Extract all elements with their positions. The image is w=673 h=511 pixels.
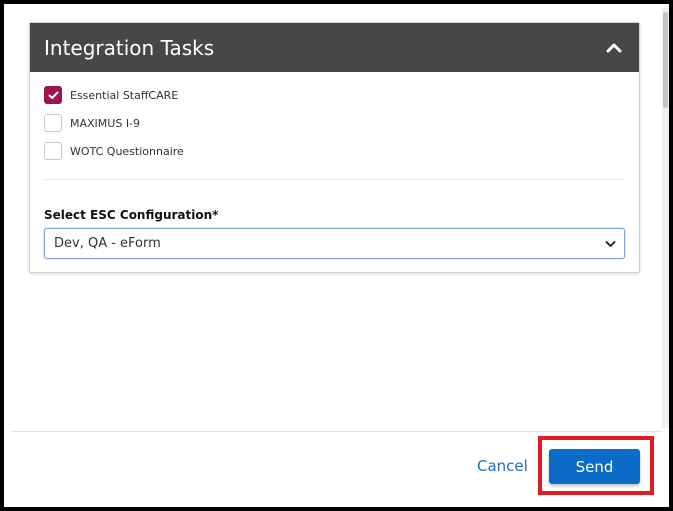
checkbox-maximus-i9[interactable] — [44, 114, 62, 132]
esc-configuration-label: Select ESC Configuration* — [44, 208, 219, 222]
vertical-scrollbar[interactable] — [662, 8, 669, 428]
esc-configuration-value: Dev, QA - eForm — [54, 236, 161, 251]
task-label: MAXIMUS I-9 — [70, 116, 141, 130]
chevron-up-icon[interactable] — [603, 37, 625, 59]
section-divider — [44, 179, 625, 180]
panel-title: Integration Tasks — [44, 35, 215, 60]
task-wotc-questionnaire[interactable]: WOTC Questionnaire — [44, 142, 184, 160]
chevron-down-icon — [605, 235, 616, 253]
esc-configuration-select[interactable]: Dev, QA - eForm — [44, 228, 625, 259]
checkbox-wotc-questionnaire[interactable] — [44, 142, 62, 160]
task-essential-staffcare[interactable]: Essential StaffCARE — [44, 86, 184, 104]
integration-tasks-panel: Integration Tasks Essential StaffCARE MA… — [29, 22, 640, 273]
task-label: Essential StaffCARE — [70, 88, 179, 102]
panel-header: Integration Tasks — [30, 23, 639, 72]
task-label: WOTC Questionnaire — [70, 144, 184, 158]
cancel-button[interactable]: Cancel — [477, 457, 528, 475]
scrollbar-thumb[interactable] — [663, 12, 668, 108]
checkmark-icon — [48, 91, 58, 99]
integration-task-list: Essential StaffCARE MAXIMUS I-9 WOTC Que… — [44, 86, 184, 170]
send-button[interactable]: Send — [549, 449, 640, 484]
footer-divider — [11, 431, 662, 432]
checkbox-essential-staffcare[interactable] — [44, 86, 62, 104]
task-maximus-i9[interactable]: MAXIMUS I-9 — [44, 114, 184, 132]
